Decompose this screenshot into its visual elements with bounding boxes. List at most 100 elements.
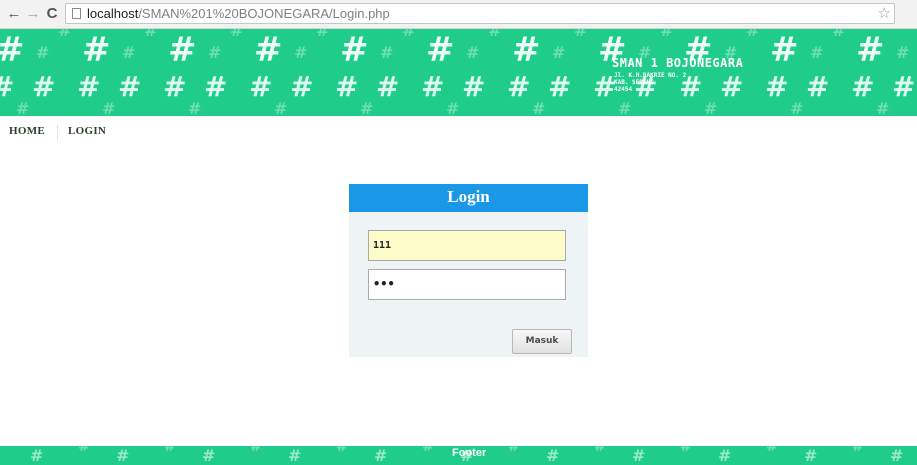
hash-pattern-icon: #	[0, 73, 14, 101]
hash-pattern-icon: #	[852, 446, 864, 455]
reload-icon[interactable]: C	[44, 5, 60, 23]
hash-pattern-icon: #	[426, 30, 455, 70]
hash-pattern-icon: #	[360, 99, 374, 117]
hash-pattern-icon: #	[446, 99, 460, 117]
hash-pattern-icon: #	[0, 33, 25, 67]
hash-pattern-icon: #	[77, 70, 101, 103]
hash-pattern-icon: #	[202, 446, 216, 465]
hash-pattern-icon: #	[118, 70, 142, 103]
hash-pattern-icon: #	[462, 70, 486, 103]
hash-pattern-icon: #	[765, 70, 789, 103]
hash-pattern-icon: #	[512, 30, 541, 70]
hash-pattern-icon: #	[574, 29, 588, 40]
hash-pattern-icon: #	[294, 43, 308, 62]
school-address: Jl. K.H.BAKRIE NO. 2 KAB. SERANG 42454	[614, 72, 686, 93]
hash-pattern-icon: #	[618, 99, 632, 117]
hash-pattern-icon: #	[250, 446, 262, 455]
hash-pattern-icon: #	[806, 70, 830, 103]
hash-pattern-icon: #	[546, 446, 560, 465]
login-panel: Login 111 ••• Masuk	[349, 184, 588, 357]
hash-pattern-icon: #	[208, 43, 222, 62]
address-line-2: KAB. SERANG	[614, 79, 654, 86]
hash-pattern-icon: #	[890, 446, 904, 465]
page-icon	[72, 8, 81, 19]
hash-pattern-icon: #	[402, 29, 416, 40]
hash-pattern-icon: #	[122, 43, 136, 62]
hash-pattern-icon: #	[336, 446, 348, 455]
back-arrow-icon[interactable]: ←	[6, 5, 22, 23]
login-header: Login	[349, 184, 588, 212]
hash-pattern-icon: #	[230, 29, 244, 40]
star-icon[interactable]: ☆	[878, 4, 891, 23]
hash-pattern-icon: #	[892, 70, 916, 103]
address-bar[interactable]: localhost/SMAN%201%20BOJONEGARA/Login.ph…	[65, 3, 895, 24]
hash-pattern-icon: #	[78, 446, 90, 455]
password-field[interactable]: •••	[368, 269, 566, 300]
site-header: # # # # # # # # # # # # # # # # # # # # # # # # # # # # # # # # # # # # # # # #…	[0, 29, 917, 116]
hash-pattern-icon: #	[249, 70, 273, 103]
hash-pattern-icon: #	[30, 446, 44, 465]
url-text[interactable]: localhost/SMAN%201%20BOJONEGARA/Login.ph…	[87, 6, 390, 21]
submit-button[interactable]: Masuk	[512, 329, 572, 354]
footer-label: Footer	[452, 447, 487, 459]
hash-pattern-icon: #	[548, 70, 572, 103]
hash-pattern-icon: #	[163, 70, 187, 103]
login-title: Login	[447, 187, 490, 206]
menu-item-home[interactable]: HOME	[9, 125, 45, 137]
hash-pattern-icon: #	[660, 29, 674, 40]
url-path: /SMAN%201%20BOJONEGARA/Login.php	[138, 6, 390, 21]
hash-pattern-icon: #	[188, 99, 202, 117]
hash-pattern-icon: #	[168, 30, 197, 70]
hash-pattern-icon: #	[422, 446, 434, 455]
hash-pattern-icon: #	[144, 29, 158, 40]
hash-pattern-icon: #	[810, 43, 824, 62]
hash-pattern-icon: #	[374, 446, 388, 465]
main-menu: HOME LOGIN	[0, 116, 917, 146]
browser-toolbar: ← → C localhost/SMAN%201%20BOJONEGARA/Lo…	[0, 0, 917, 29]
menu-item-login[interactable]: LOGIN	[68, 125, 106, 137]
menu-divider	[57, 125, 58, 140]
hash-pattern-icon: #	[593, 70, 617, 103]
hash-pattern-icon: #	[340, 30, 369, 70]
hash-pattern-icon: #	[790, 99, 804, 117]
school-name: SMAN 1 BOJONEGARA	[612, 56, 744, 70]
hash-pattern-icon: #	[32, 70, 56, 103]
hash-pattern-icon: #	[746, 29, 760, 40]
hash-pattern-icon: #	[58, 29, 72, 40]
hash-pattern-icon: #	[36, 43, 50, 62]
hash-pattern-icon: #	[896, 43, 910, 62]
hash-pattern-icon: #	[82, 30, 111, 70]
hash-pattern-icon: #	[594, 446, 606, 455]
hash-pattern-icon: #	[316, 29, 330, 40]
site-footer: ###################### Footer	[0, 446, 917, 465]
hash-pattern-icon: #	[274, 99, 288, 117]
hash-pattern-icon: #	[876, 99, 890, 117]
hash-pattern-icon: #	[720, 70, 744, 103]
hash-pattern-icon: #	[380, 43, 394, 62]
hash-pattern-icon: #	[102, 99, 116, 117]
hash-pattern-icon: #	[552, 43, 566, 62]
hash-pattern-icon: #	[766, 446, 778, 455]
hash-pattern-icon: #	[770, 30, 799, 70]
hash-pattern-icon: #	[421, 70, 445, 103]
hash-pattern-icon: #	[851, 70, 875, 103]
hash-pattern-icon: #	[680, 446, 692, 455]
hash-pattern-icon: #	[254, 30, 283, 70]
hash-pattern-icon: #	[466, 43, 480, 62]
hash-pattern-icon: #	[507, 70, 531, 103]
hash-pattern-icon: #	[832, 29, 846, 40]
address-line-1: Jl. K.H.BAKRIE NO. 2	[614, 72, 687, 79]
hash-pattern-icon: #	[718, 446, 732, 465]
hash-pattern-icon: #	[290, 70, 314, 103]
hash-pattern-icon: #	[488, 29, 502, 40]
hash-pattern-icon: #	[508, 446, 520, 455]
hash-pattern-icon: #	[632, 446, 646, 465]
hash-pattern-icon: #	[704, 99, 718, 117]
hash-pattern-icon: #	[116, 446, 130, 465]
url-host: localhost	[87, 6, 139, 21]
hash-pattern-icon: #	[532, 99, 546, 117]
username-field[interactable]: 111	[368, 230, 566, 261]
hash-pattern-icon: #	[335, 70, 359, 103]
hash-pattern-icon: #	[204, 70, 228, 103]
forward-arrow-icon[interactable]: →	[25, 5, 41, 23]
